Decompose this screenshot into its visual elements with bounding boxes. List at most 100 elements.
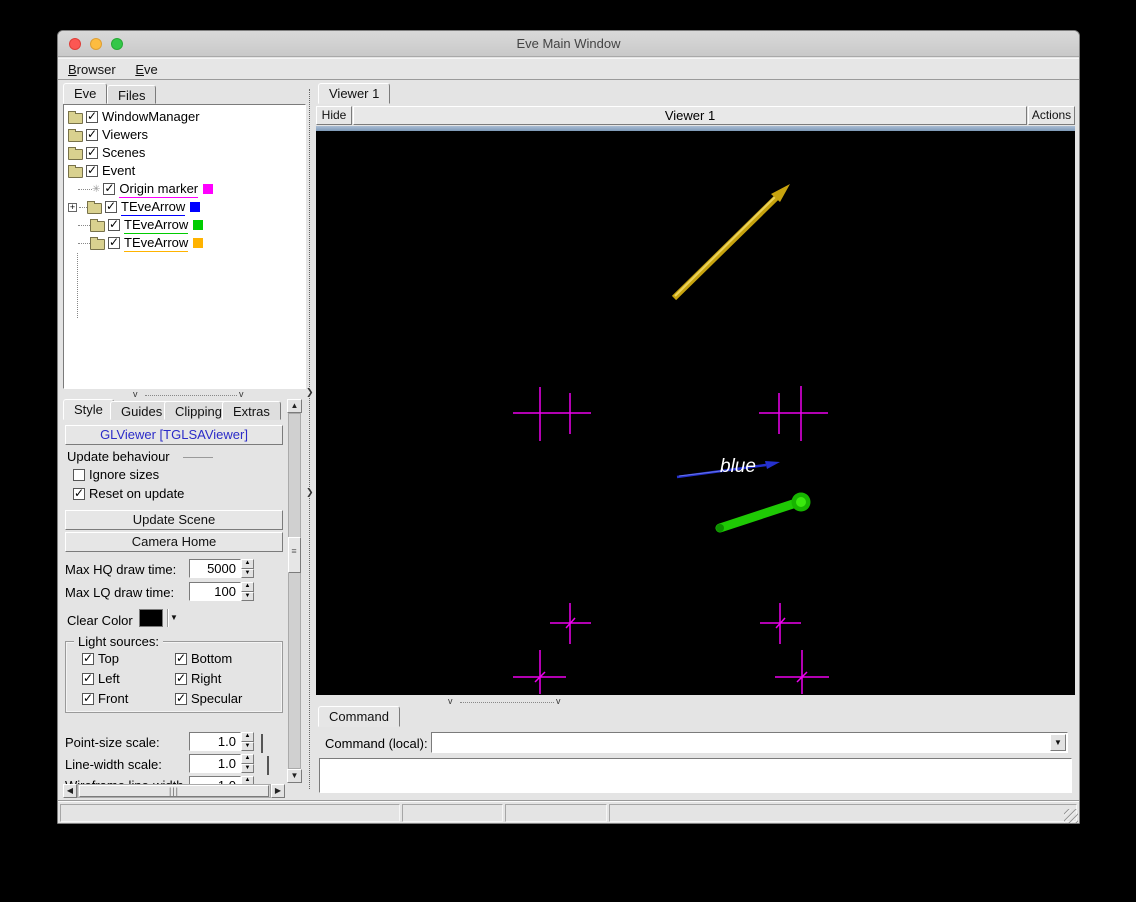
tree-label[interactable]: Origin marker: [119, 181, 199, 198]
left-splitter[interactable]: v v: [63, 390, 306, 399]
tree-label[interactable]: TEveArrow: [121, 199, 186, 216]
tree-row-tevearrow-green[interactable]: TEveArrow: [68, 216, 305, 234]
command-output[interactable]: [319, 758, 1072, 793]
checkbox[interactable]: [108, 217, 120, 231]
gl-viewport[interactable]: blue: [316, 131, 1075, 695]
line-width-input[interactable]: 1.0: [189, 754, 241, 773]
menu-eve[interactable]: Eve: [127, 59, 165, 77]
splitter-collapse-icon[interactable]: ❯: [306, 488, 314, 497]
light-front-row[interactable]: Front: [82, 691, 128, 706]
scroll-right-icon[interactable]: ▶: [271, 784, 285, 798]
tree-row-windowmanager[interactable]: WindowManager: [68, 108, 305, 126]
light-front-checkbox[interactable]: [82, 691, 94, 705]
tree-row-event[interactable]: Event: [68, 162, 305, 180]
point-size-checkbox[interactable]: [261, 734, 263, 753]
main-splitter[interactable]: ❯ ❯: [304, 83, 315, 797]
glviewer-button[interactable]: GLViewer [TGLSAViewer]: [65, 425, 283, 445]
splitter-handle[interactable]: [145, 395, 237, 396]
light-top-checkbox[interactable]: [82, 651, 94, 665]
tab-viewer-1[interactable]: Viewer 1: [318, 83, 391, 104]
tree-label[interactable]: Event: [102, 163, 135, 179]
close-button[interactable]: [69, 38, 81, 50]
combobox-dropdown-icon[interactable]: ▼: [1050, 734, 1066, 751]
style-vscrollbar[interactable]: ▲ ≡ ▼: [287, 399, 302, 783]
spin-up-icon[interactable]: ▲: [241, 754, 254, 764]
title-bar[interactable]: Eve Main Window: [58, 31, 1079, 57]
wireframe-stepper[interactable]: ▲ ▼: [241, 776, 254, 784]
command-combobox[interactable]: ▼: [431, 732, 1068, 753]
light-right-row[interactable]: Right: [175, 671, 221, 686]
light-right-checkbox[interactable]: [175, 671, 187, 685]
light-left-row[interactable]: Left: [82, 671, 120, 686]
viewer-title-bar[interactable]: Viewer 1: [353, 106, 1027, 125]
checkbox[interactable]: [86, 145, 98, 159]
tab-files[interactable]: Files: [107, 85, 157, 104]
light-specular-checkbox[interactable]: [175, 691, 187, 705]
style-hscrollbar[interactable]: ◀ ||| ▶: [63, 784, 285, 798]
checkbox[interactable]: [86, 163, 98, 177]
checkbox[interactable]: [86, 127, 98, 141]
max-hq-input[interactable]: 5000: [189, 559, 241, 578]
scroll-left-icon[interactable]: ◀: [63, 784, 77, 798]
max-lq-input[interactable]: 100: [189, 582, 241, 601]
tree-label[interactable]: WindowManager: [102, 109, 200, 125]
spin-up-icon[interactable]: ▲: [241, 559, 254, 569]
reset-on-update-checkbox[interactable]: [73, 486, 85, 500]
expand-icon[interactable]: +: [68, 202, 77, 212]
tree-row-tevearrow-blue[interactable]: + TEveArrow: [68, 198, 305, 216]
splitter-collapse-icon[interactable]: ❯: [306, 388, 314, 397]
minimize-button[interactable]: [90, 38, 102, 50]
camera-home-button[interactable]: Camera Home: [65, 532, 283, 552]
scroll-track[interactable]: [288, 413, 301, 769]
actions-button[interactable]: Actions: [1028, 106, 1075, 125]
wireframe-input[interactable]: 1.0: [189, 776, 241, 784]
command-splitter[interactable]: v v: [316, 697, 1075, 706]
checkbox[interactable]: [103, 181, 116, 195]
tree-label[interactable]: TEveArrow: [124, 217, 189, 234]
line-width-checkbox[interactable]: [267, 756, 269, 775]
splitter-collapse-icon[interactable]: v: [133, 390, 138, 399]
hide-button[interactable]: Hide: [316, 106, 352, 125]
spin-up-icon[interactable]: ▲: [241, 732, 254, 742]
splitter-collapse-icon[interactable]: v: [556, 697, 561, 706]
spin-up-icon[interactable]: ▲: [241, 582, 254, 592]
scroll-thumb[interactable]: |||: [79, 785, 269, 797]
tab-command[interactable]: Command: [318, 706, 400, 727]
clear-color-dropdown-icon[interactable]: ▼: [170, 613, 178, 622]
scroll-down-icon[interactable]: ▼: [287, 769, 302, 783]
spin-down-icon[interactable]: ▼: [241, 591, 254, 601]
menu-browser[interactable]: Browser: [60, 59, 124, 77]
light-top-row[interactable]: Top: [82, 651, 119, 666]
max-hq-stepper[interactable]: ▲ ▼: [241, 559, 254, 578]
tree-row-scenes[interactable]: Scenes: [68, 144, 305, 162]
zoom-button[interactable]: [111, 38, 123, 50]
tab-style[interactable]: Style: [63, 399, 114, 420]
color-swatch[interactable]: [203, 184, 214, 194]
spin-down-icon[interactable]: ▼: [241, 763, 254, 773]
resize-grip[interactable]: [1064, 809, 1078, 823]
tree-label[interactable]: TEveArrow: [124, 235, 189, 252]
spin-down-icon[interactable]: ▼: [241, 741, 254, 751]
scroll-thumb[interactable]: ≡: [288, 537, 301, 573]
ignore-sizes-row[interactable]: Ignore sizes: [73, 467, 159, 482]
color-swatch[interactable]: [193, 220, 204, 230]
scroll-up-icon[interactable]: ▲: [287, 399, 302, 413]
color-swatch[interactable]: [190, 202, 201, 212]
tab-extras[interactable]: Extras: [222, 401, 281, 420]
splitter-collapse-icon[interactable]: v: [448, 697, 453, 706]
point-size-stepper[interactable]: ▲ ▼: [241, 732, 254, 751]
color-swatch[interactable]: [193, 238, 204, 248]
reset-on-update-row[interactable]: Reset on update: [73, 486, 184, 501]
line-width-stepper[interactable]: ▲ ▼: [241, 754, 254, 773]
checkbox[interactable]: [86, 109, 98, 123]
point-size-input[interactable]: 1.0: [189, 732, 241, 751]
checkbox[interactable]: [108, 235, 120, 249]
light-bottom-checkbox[interactable]: [175, 651, 187, 665]
light-left-checkbox[interactable]: [82, 671, 94, 685]
spin-up-icon[interactable]: ▲: [241, 776, 254, 784]
splitter-collapse-icon[interactable]: v: [239, 390, 244, 399]
checkbox[interactable]: [105, 199, 117, 213]
spin-down-icon[interactable]: ▼: [241, 568, 254, 578]
tree-label[interactable]: Viewers: [102, 127, 148, 143]
light-bottom-row[interactable]: Bottom: [175, 651, 232, 666]
